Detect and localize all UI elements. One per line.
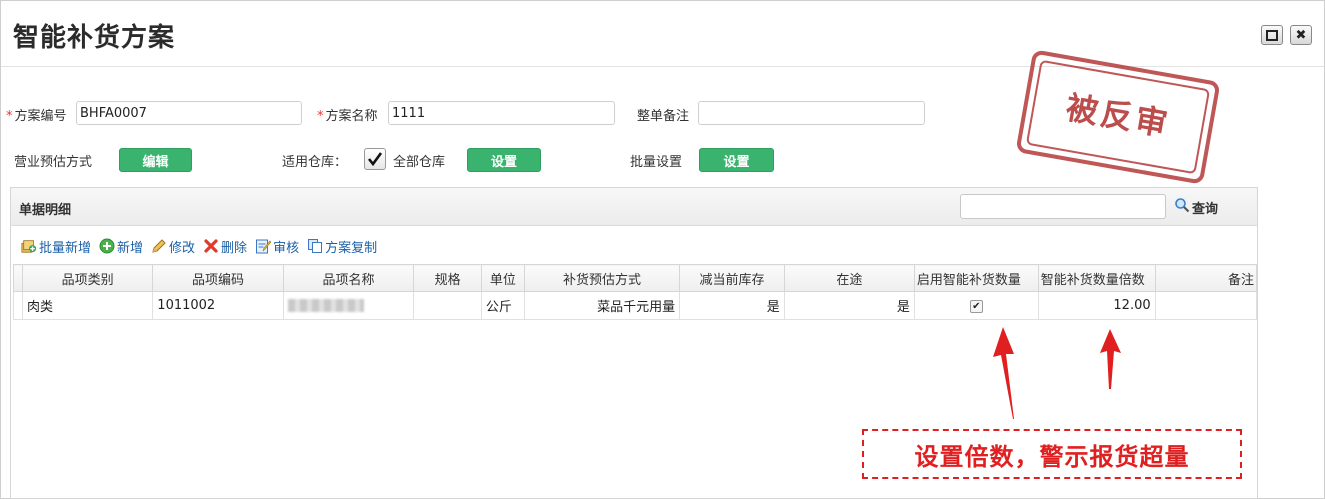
column-header[interactable]: 补货预估方式 bbox=[523, 264, 681, 292]
cell-unit[interactable]: 公斤 bbox=[480, 291, 525, 320]
audit-icon bbox=[255, 238, 272, 254]
detail-table: 品项类别 品项编码 品项名称 规格 单位 补货预估方式 减当前库存 在途 启用智… bbox=[13, 264, 1258, 320]
business-estimate-label: 营业预估方式 bbox=[14, 155, 93, 170]
magnifier-icon bbox=[1174, 197, 1190, 217]
cell-estimate-method[interactable]: 菜品千元用量 bbox=[523, 291, 681, 320]
column-header[interactable]: 品项名称 bbox=[282, 264, 415, 292]
batch-add-icon bbox=[21, 238, 37, 254]
plan-code-input[interactable]: BHFA0007 bbox=[76, 101, 302, 125]
close-icon[interactable]: ✖ bbox=[1290, 25, 1312, 45]
audit-button[interactable]: 审核 bbox=[255, 237, 299, 256]
cell-code[interactable]: 1011002 bbox=[152, 291, 284, 320]
column-header[interactable]: 单位 bbox=[480, 264, 525, 292]
cell-multiple[interactable]: 12.00 bbox=[1037, 291, 1156, 320]
cell-spec[interactable] bbox=[413, 291, 482, 320]
detail-title: 单据明细 bbox=[19, 203, 72, 218]
warehouse-label: 适用仓库： bbox=[282, 155, 348, 170]
delete-button[interactable]: 删除 bbox=[203, 237, 247, 256]
search-button[interactable]: 查询 bbox=[1174, 197, 1218, 217]
arrow-up-icon bbox=[1100, 329, 1121, 389]
column-header[interactable]: 启用智能补货数量 bbox=[913, 264, 1039, 292]
edit-estimate-button[interactable]: 编辑 bbox=[119, 148, 192, 172]
column-header[interactable]: 在途 bbox=[783, 264, 915, 292]
maximize-icon[interactable] bbox=[1261, 25, 1283, 45]
row-handle-header bbox=[13, 264, 23, 292]
cell-remark[interactable] bbox=[1154, 291, 1258, 320]
detail-toolbar: 批量新增 新增 修改 删除 审核 方案复制 bbox=[21, 236, 377, 256]
edit-label: 修改 bbox=[169, 240, 196, 256]
batch-add-label: 批量新增 bbox=[39, 240, 92, 256]
cell-in-transit[interactable]: 是 bbox=[783, 291, 915, 320]
table-header-row: 品项类别 品项编码 品项名称 规格 单位 补货预估方式 减当前库存 在途 启用智… bbox=[13, 264, 1258, 292]
copy-plan-button[interactable]: 方案复制 bbox=[307, 237, 377, 256]
remark-input[interactable] bbox=[698, 101, 925, 125]
column-header[interactable]: 规格 bbox=[413, 264, 482, 292]
audit-label: 审核 bbox=[273, 240, 300, 256]
delete-label: 删除 bbox=[221, 240, 248, 256]
batch-add-button[interactable]: 批量新增 bbox=[21, 237, 91, 256]
annotation-callout: 设置倍数，警示报货超量 bbox=[862, 429, 1242, 479]
search-button-label: 查询 bbox=[1192, 201, 1219, 217]
required-mark: * bbox=[317, 109, 324, 124]
all-warehouse-label: 全部仓库 bbox=[393, 155, 446, 170]
add-icon bbox=[99, 238, 115, 254]
plan-name-label: * 方案名称 bbox=[317, 109, 378, 124]
warehouse-setting-button[interactable]: 设置 bbox=[467, 148, 541, 172]
remark-label: 整单备注 bbox=[637, 109, 690, 124]
column-header[interactable]: 备注 bbox=[1154, 264, 1258, 292]
pencil-icon bbox=[151, 238, 167, 254]
add-button[interactable]: 新增 bbox=[99, 237, 143, 256]
detail-search-input[interactable] bbox=[960, 194, 1166, 219]
column-header[interactable]: 智能补货数量倍数 bbox=[1037, 264, 1156, 292]
delete-icon bbox=[203, 238, 219, 254]
add-label: 新增 bbox=[117, 240, 144, 256]
arrow-up-icon bbox=[993, 327, 1014, 419]
batch-setting-button[interactable]: 设置 bbox=[699, 148, 774, 172]
column-header[interactable]: 品项编码 bbox=[152, 264, 284, 292]
title-bar: 智能补货方案 ✖ bbox=[1, 1, 1324, 67]
blurred-name bbox=[287, 299, 364, 312]
plan-code-label: * 方案编号 bbox=[6, 109, 67, 124]
rejected-stamp: 被反审 bbox=[1015, 49, 1221, 185]
smart-enabled-checkbox[interactable]: ✔ bbox=[969, 300, 983, 314]
edit-button[interactable]: 修改 bbox=[151, 237, 195, 256]
dialog-window: 智能补货方案 ✖ * 方案编号 BHFA0007 * 方案名称 1111 整单备注 … bbox=[0, 0, 1325, 499]
cell-smart-enabled[interactable]: ✔ bbox=[913, 291, 1039, 320]
dialog-title: 智能补货方案 bbox=[13, 23, 176, 53]
required-mark: * bbox=[6, 109, 13, 124]
cell-category[interactable]: 肉类 bbox=[21, 291, 154, 320]
cell-deduct-stock[interactable]: 是 bbox=[679, 291, 785, 320]
cell-name[interactable] bbox=[282, 291, 415, 320]
detail-panel-header: 单据明细 查询 bbox=[11, 188, 1257, 226]
copy-plan-label: 方案复制 bbox=[325, 240, 378, 256]
row-handle bbox=[13, 291, 23, 320]
table-row[interactable]: 肉类 1011002 公斤 菜品千元用量 是 是 ✔ 12.00 bbox=[13, 291, 1258, 320]
plan-name-input[interactable]: 1111 bbox=[388, 101, 615, 125]
column-header[interactable]: 减当前库存 bbox=[679, 264, 785, 292]
column-header[interactable]: 品项类别 bbox=[21, 264, 154, 292]
copy-icon bbox=[307, 238, 323, 254]
all-warehouse-checkbox[interactable] bbox=[364, 148, 386, 170]
batch-setting-label: 批量设置 bbox=[630, 155, 683, 170]
